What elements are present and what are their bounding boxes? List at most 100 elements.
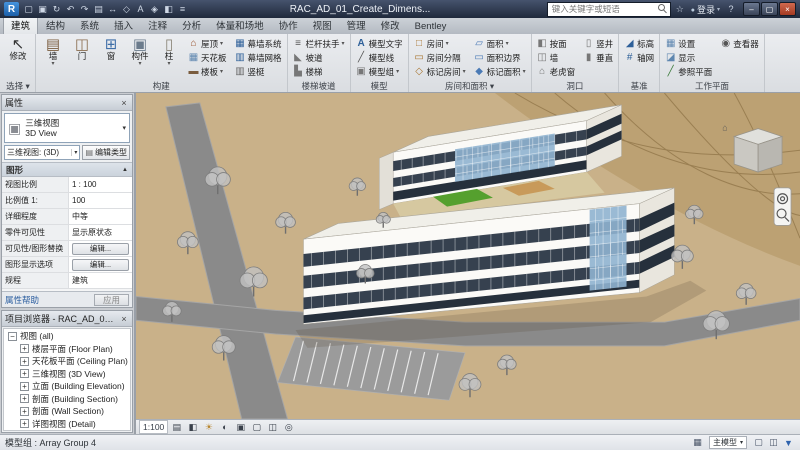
minimize-icon[interactable] <box>743 2 760 16</box>
tool-room-separator[interactable]: 房间分隔 <box>412 51 468 65</box>
text-icon[interactable] <box>134 3 147 16</box>
show-crop-icon[interactable] <box>249 421 264 433</box>
expand-icon[interactable]: + <box>20 344 29 353</box>
exclude-options-icon[interactable] <box>767 437 780 448</box>
expand-icon[interactable]: + <box>20 394 29 403</box>
tool-window[interactable]: 窗 <box>97 35 125 80</box>
ribbon-tab-annotate[interactable]: 注释 <box>141 17 174 34</box>
crop-view-icon[interactable] <box>233 421 248 433</box>
visual-style-icon[interactable] <box>185 421 200 433</box>
apply-button[interactable]: 应用 <box>94 294 129 306</box>
measure-icon[interactable] <box>106 3 119 16</box>
reveal-hidden-icon[interactable] <box>281 421 296 433</box>
tool-area[interactable]: 面积▾ <box>472 37 528 51</box>
tool-roof[interactable]: 屋顶▾ <box>186 37 229 51</box>
editable-only-icon[interactable] <box>752 437 765 448</box>
tool-ramp[interactable]: 坡道 <box>291 51 347 65</box>
ribbon-tab-structure[interactable]: 结构 <box>39 17 72 34</box>
graphics-section-header[interactable]: 图形 ▲ <box>2 162 132 177</box>
tool-component[interactable]: 构件▾ <box>126 35 154 80</box>
property-value[interactable]: 编辑... <box>69 257 132 272</box>
property-value[interactable]: 显示原状态 <box>69 225 132 240</box>
search-icon[interactable] <box>658 4 668 14</box>
view-instance-combo[interactable]: 三维视图: (3D) ▾ <box>4 145 80 160</box>
tool-dormer[interactable]: 老虎窗 <box>535 65 578 79</box>
tool-curtain-system[interactable]: 幕墙系统 <box>233 37 284 51</box>
redo-icon[interactable] <box>78 3 91 16</box>
filter-icon[interactable] <box>782 438 795 448</box>
close-icon[interactable] <box>779 2 796 16</box>
tool-modify-cursor[interactable]: 修改 <box>4 35 32 80</box>
tool-ref-plane[interactable]: 参照平面 <box>663 65 714 79</box>
tool-vertical-opening[interactable]: 垂直 <box>581 51 615 65</box>
edit-type-button[interactable]: 编辑类型 <box>82 145 130 160</box>
tree-item-elevations[interactable]: +立面 (Building Elevation) <box>4 380 130 393</box>
tree-item-ceiling-plans[interactable]: +天花板平面 (Ceiling Plan) <box>4 355 130 368</box>
project-browser-header[interactable]: 项目浏览器 - RAC_AD_01_Create_Dim... × <box>2 311 132 327</box>
tool-set-workplane[interactable]: 设置 <box>663 37 714 51</box>
close-icon[interactable]: × <box>119 98 129 108</box>
expand-icon[interactable]: + <box>20 369 29 378</box>
tool-wall-opening[interactable]: 墙 <box>535 51 578 65</box>
3d-scene[interactable]: ⌂ <box>136 93 800 419</box>
property-value[interactable]: 中等 <box>69 209 132 224</box>
undo-icon[interactable] <box>64 3 77 16</box>
sun-path-icon[interactable] <box>201 421 216 433</box>
properties-help-link[interactable]: 属性帮助 <box>5 294 39 306</box>
tool-curtain-grid[interactable]: 幕墙网格 <box>233 51 284 65</box>
threed-view-icon[interactable] <box>148 3 161 16</box>
ribbon-tab-modify[interactable]: 修改 <box>374 17 407 34</box>
star-icon[interactable] <box>674 4 686 15</box>
shadows-icon[interactable] <box>217 421 232 433</box>
property-value[interactable]: 建筑 <box>69 273 132 288</box>
tool-shaft[interactable]: 竖井 <box>581 37 615 51</box>
tool-wall[interactable]: 墙▾ <box>39 35 67 80</box>
active-design-option-combo[interactable]: 主模型 ▾ <box>709 436 747 449</box>
help-icon[interactable] <box>725 4 737 15</box>
section-icon[interactable] <box>162 3 175 16</box>
ribbon-tab-analyze[interactable]: 分析 <box>175 17 208 34</box>
tool-door[interactable]: 门 <box>68 35 96 80</box>
tool-model-group[interactable]: 模型组▾ <box>354 65 405 79</box>
expand-icon[interactable]: + <box>20 419 29 428</box>
tool-viewer[interactable]: 查看器 <box>718 37 761 51</box>
properties-header[interactable]: 属性 × <box>2 95 132 111</box>
tree-item-3d-views[interactable]: +三维视图 (3D View) <box>4 368 130 381</box>
tool-tag-area[interactable]: 标记面积▾ <box>472 65 528 79</box>
tool-opening-by-face[interactable]: 按面 <box>535 37 578 51</box>
sign-in-button[interactable]: 登录 ▾ <box>689 3 722 16</box>
collapse-icon[interactable]: − <box>8 332 17 341</box>
viewcube-home-icon[interactable]: ⌂ <box>722 123 727 133</box>
tool-model-line[interactable]: 模型线 <box>354 51 405 65</box>
close-icon[interactable]: × <box>119 314 129 324</box>
tool-column[interactable]: 柱▾ <box>155 35 183 80</box>
tag-icon[interactable] <box>120 3 133 16</box>
ribbon-tab-massing-site[interactable]: 体量和场地 <box>209 17 271 34</box>
tool-area-boundary[interactable]: 面积边界 <box>472 51 528 65</box>
ribbon-tab-insert[interactable]: 插入 <box>107 17 140 34</box>
tool-level[interactable]: 标高 <box>622 37 656 51</box>
expand-icon[interactable]: + <box>20 407 29 416</box>
tool-tag-room[interactable]: 标记房间▾ <box>412 65 468 79</box>
edit-button[interactable]: 编辑... <box>72 243 129 255</box>
design-options-icon[interactable] <box>691 437 704 448</box>
maximize-icon[interactable] <box>761 2 778 16</box>
property-value[interactable]: 100 <box>69 193 132 208</box>
tree-item-building-sections[interactable]: +剖面 (Building Section) <box>4 393 130 406</box>
ribbon-tab-view[interactable]: 视图 <box>306 17 339 34</box>
save-icon[interactable] <box>36 3 49 16</box>
tool-room[interactable]: 房间▾ <box>412 37 468 51</box>
property-value[interactable]: 1 : 100 <box>69 177 132 192</box>
edit-button[interactable]: 编辑... <box>72 259 129 271</box>
open-icon[interactable] <box>22 3 35 16</box>
revit-logo[interactable]: R <box>4 2 19 16</box>
ribbon-tab-manage[interactable]: 管理 <box>340 17 373 34</box>
type-selector[interactable]: 三维视图 3D View ▾ <box>4 113 130 143</box>
tree-item-floor-plans[interactable]: +楼层平面 (Floor Plan) <box>4 343 130 356</box>
tree-item-views-all[interactable]: −视图 (all) <box>4 330 130 343</box>
temporary-hide-icon[interactable] <box>265 421 280 433</box>
expand-icon[interactable]: + <box>20 357 29 366</box>
property-value[interactable]: 编辑... <box>69 241 132 256</box>
search-input[interactable] <box>550 3 656 16</box>
tool-ceiling[interactable]: 天花板 <box>186 51 229 65</box>
